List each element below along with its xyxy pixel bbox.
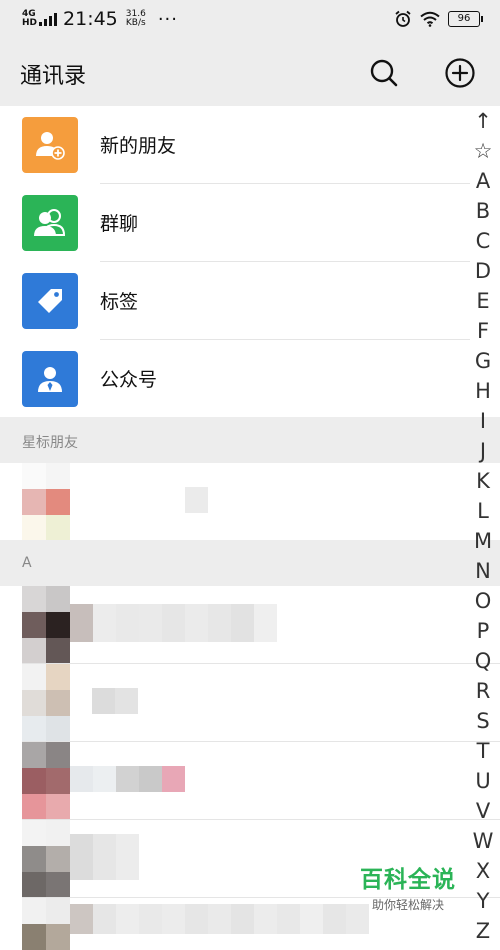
page-title: 通讯录 — [20, 64, 87, 89]
avatar — [22, 463, 70, 541]
plus-circle-icon[interactable] — [444, 57, 476, 89]
index-letter[interactable]: L — [477, 496, 489, 526]
index-letter[interactable]: I — [480, 406, 486, 436]
index-letter[interactable]: S — [476, 706, 489, 736]
index-letter[interactable]: F — [477, 316, 489, 346]
section-header-starred: 星标朋友 — [0, 417, 500, 463]
index-letter[interactable]: V — [476, 796, 490, 826]
search-icon[interactable] — [368, 57, 400, 89]
index-letter[interactable]: A — [476, 166, 490, 196]
index-letter[interactable]: N — [475, 556, 491, 586]
official-accounts-label: 公众号 — [100, 369, 158, 391]
avatar — [22, 664, 70, 742]
section-header-a: A — [0, 540, 500, 586]
index-letter[interactable]: E — [476, 286, 489, 316]
index-letter[interactable]: R — [476, 676, 491, 706]
contact-row[interactable] — [0, 742, 500, 820]
status-bar: 4G HD 21:45 31.6 KB/s ··· 96 — [0, 0, 500, 40]
official-accounts-item[interactable]: 公众号 — [0, 340, 470, 418]
index-letter[interactable]: T — [477, 736, 490, 766]
add-friend-icon — [22, 117, 78, 173]
avatar — [22, 742, 70, 820]
avatar — [22, 586, 70, 664]
index-letter[interactable]: Y — [477, 886, 490, 916]
new-friends-label: 新的朋友 — [100, 135, 177, 157]
index-letter[interactable]: K — [476, 466, 490, 496]
index-letter[interactable]: D — [475, 256, 491, 286]
contact-name — [70, 904, 369, 934]
contact-row[interactable] — [0, 664, 500, 742]
index-letter[interactable]: G — [475, 346, 491, 376]
watermark: 百科全说 助你轻松解决 — [348, 860, 468, 913]
alarm-icon — [395, 10, 411, 27]
index-letter[interactable]: ↑ — [474, 106, 492, 136]
new-friends-item[interactable]: 新的朋友 — [0, 106, 470, 184]
battery-indicator: 96 — [448, 11, 483, 27]
network-indicator: 4G HD — [22, 10, 37, 28]
index-letter[interactable]: H — [475, 376, 491, 406]
index-letter[interactable]: X — [476, 856, 490, 886]
index-letter[interactable]: ☆ — [474, 136, 493, 166]
official-account-icon — [22, 351, 78, 407]
contact-name — [185, 487, 208, 513]
contact-name — [92, 688, 138, 714]
contact-name — [70, 834, 139, 880]
tags-item[interactable]: 标签 — [0, 262, 470, 340]
index-letter[interactable]: J — [480, 436, 486, 466]
wifi-icon — [420, 11, 440, 27]
section-title: 星标朋友 — [22, 435, 78, 451]
header: 通讯录 — [0, 40, 500, 106]
contact-row[interactable] — [0, 463, 500, 541]
index-letter[interactable]: U — [475, 766, 490, 796]
contact-row[interactable] — [0, 586, 500, 664]
index-letter[interactable]: M — [474, 526, 492, 556]
section-title: A — [22, 555, 32, 571]
group-chat-icon — [22, 195, 78, 251]
signal-icon — [39, 12, 58, 26]
alphabet-index[interactable]: ↑ ☆ A B C D E F G H I J K L M N O P Q R … — [470, 106, 496, 946]
index-letter[interactable]: C — [476, 226, 491, 256]
more-notifications: ··· — [157, 8, 178, 30]
contact-name — [70, 604, 277, 642]
network-speed: 31.6 KB/s — [126, 10, 146, 28]
index-letter[interactable]: O — [475, 586, 492, 616]
tags-label: 标签 — [100, 291, 139, 313]
speed-unit: KB/s — [125, 18, 146, 28]
status-time: 21:45 — [63, 8, 118, 30]
avatar — [22, 820, 70, 898]
index-letter[interactable]: B — [476, 196, 490, 226]
index-letter[interactable]: P — [477, 616, 490, 646]
group-chats-label: 群聊 — [100, 213, 139, 235]
index-letter[interactable]: Q — [475, 646, 492, 676]
index-letter[interactable]: W — [473, 826, 494, 856]
tag-icon — [22, 273, 78, 329]
group-chats-item[interactable]: 群聊 — [0, 184, 470, 262]
contact-name — [70, 766, 185, 792]
watermark-title: 百科全说 — [360, 867, 456, 893]
watermark-subtitle: 助你轻松解决 — [371, 898, 444, 912]
avatar — [22, 898, 70, 950]
index-letter[interactable]: Z — [476, 916, 490, 946]
network-suffix: HD — [22, 18, 38, 28]
